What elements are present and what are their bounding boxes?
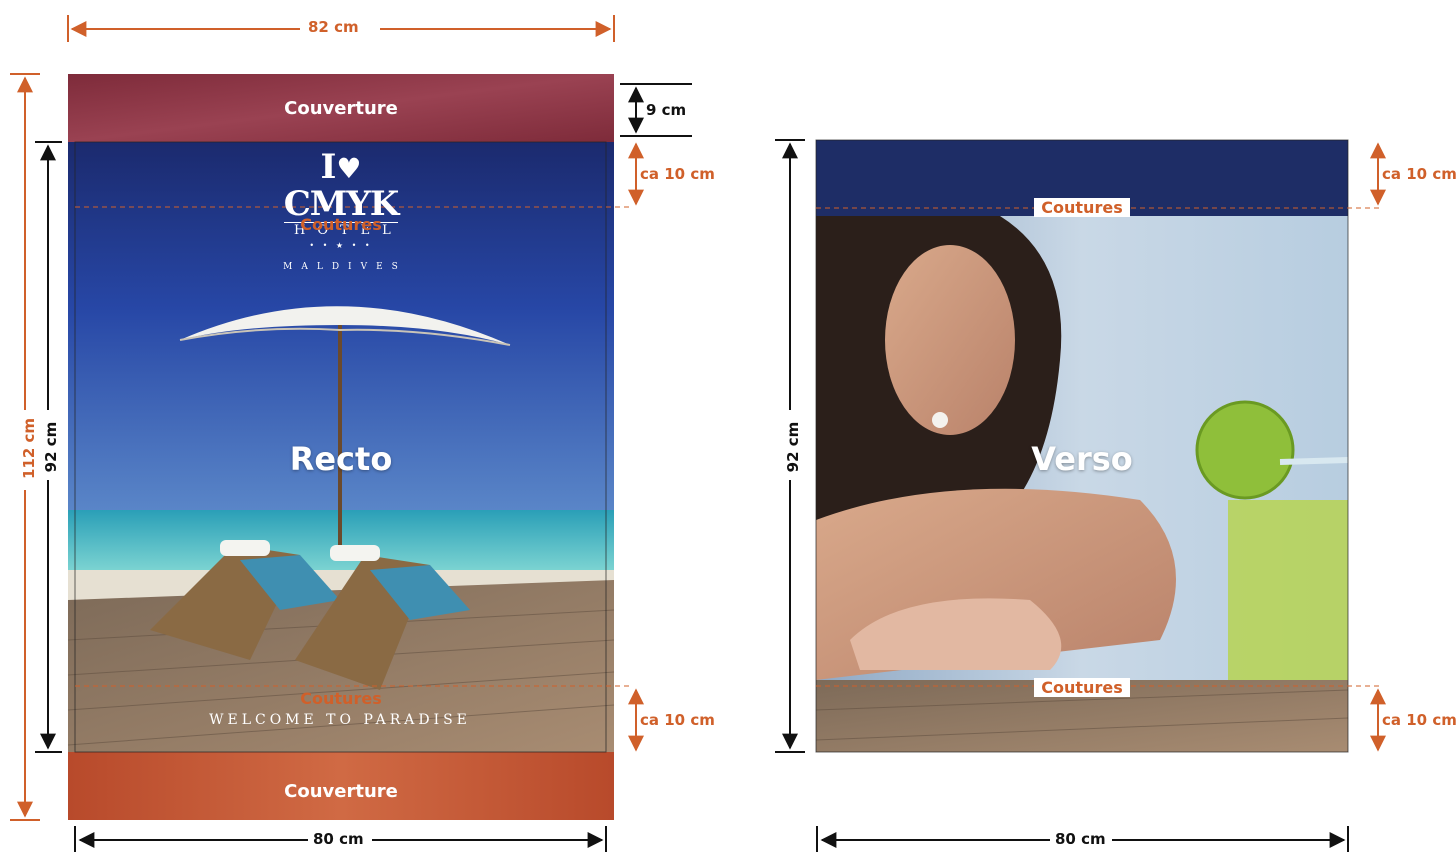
dim-bottom-width-right-label: 80 cm (1055, 830, 1106, 848)
dim-cover-top-label: 9 cm (646, 101, 687, 119)
recto-label: Recto (289, 440, 393, 478)
cover-top-label: Couverture (284, 98, 398, 119)
recto-tagline: WELCOME TO PARADISE (209, 712, 471, 728)
recto-seam-top-label: Coutures (300, 215, 382, 234)
logo-maldives: MALDIVES (283, 262, 407, 272)
verso-seam-bottom-label: Coutures (1034, 678, 1130, 697)
dim-recto-seam-top-label: ca 10 cm (640, 165, 715, 183)
cover-bottom-label: Couverture (284, 781, 398, 802)
recto-seam-bottom-label: Coutures (300, 689, 382, 708)
dim-total-height-label: 112 cm (20, 416, 38, 482)
dim-top-width-label: 82 cm (308, 18, 359, 36)
dim-verso-seam-bottom-label: ca 10 cm (1382, 711, 1456, 729)
hotel-logo: I♥ CMYK HOTEL • • ★ • • MALDIVES (268, 150, 414, 275)
dim-recto-seam-bottom-label: ca 10 cm (640, 711, 715, 729)
heart-icon: ♥ (336, 152, 362, 185)
drink-glass-icon (1228, 500, 1348, 680)
dim-bottom-width-left-label: 80 cm (313, 830, 364, 848)
dim-verso-height-label: 92 cm (784, 416, 802, 478)
dim-verso-seam-top-label: ca 10 cm (1382, 165, 1456, 183)
logo-i: I (320, 147, 337, 187)
logo-stars: • • ★ • • (309, 241, 373, 250)
dim-recto-height-label: 92 cm (42, 416, 60, 478)
verso-seam-top-label: Coutures (1034, 198, 1130, 217)
verso-label: Verso (1031, 440, 1133, 478)
